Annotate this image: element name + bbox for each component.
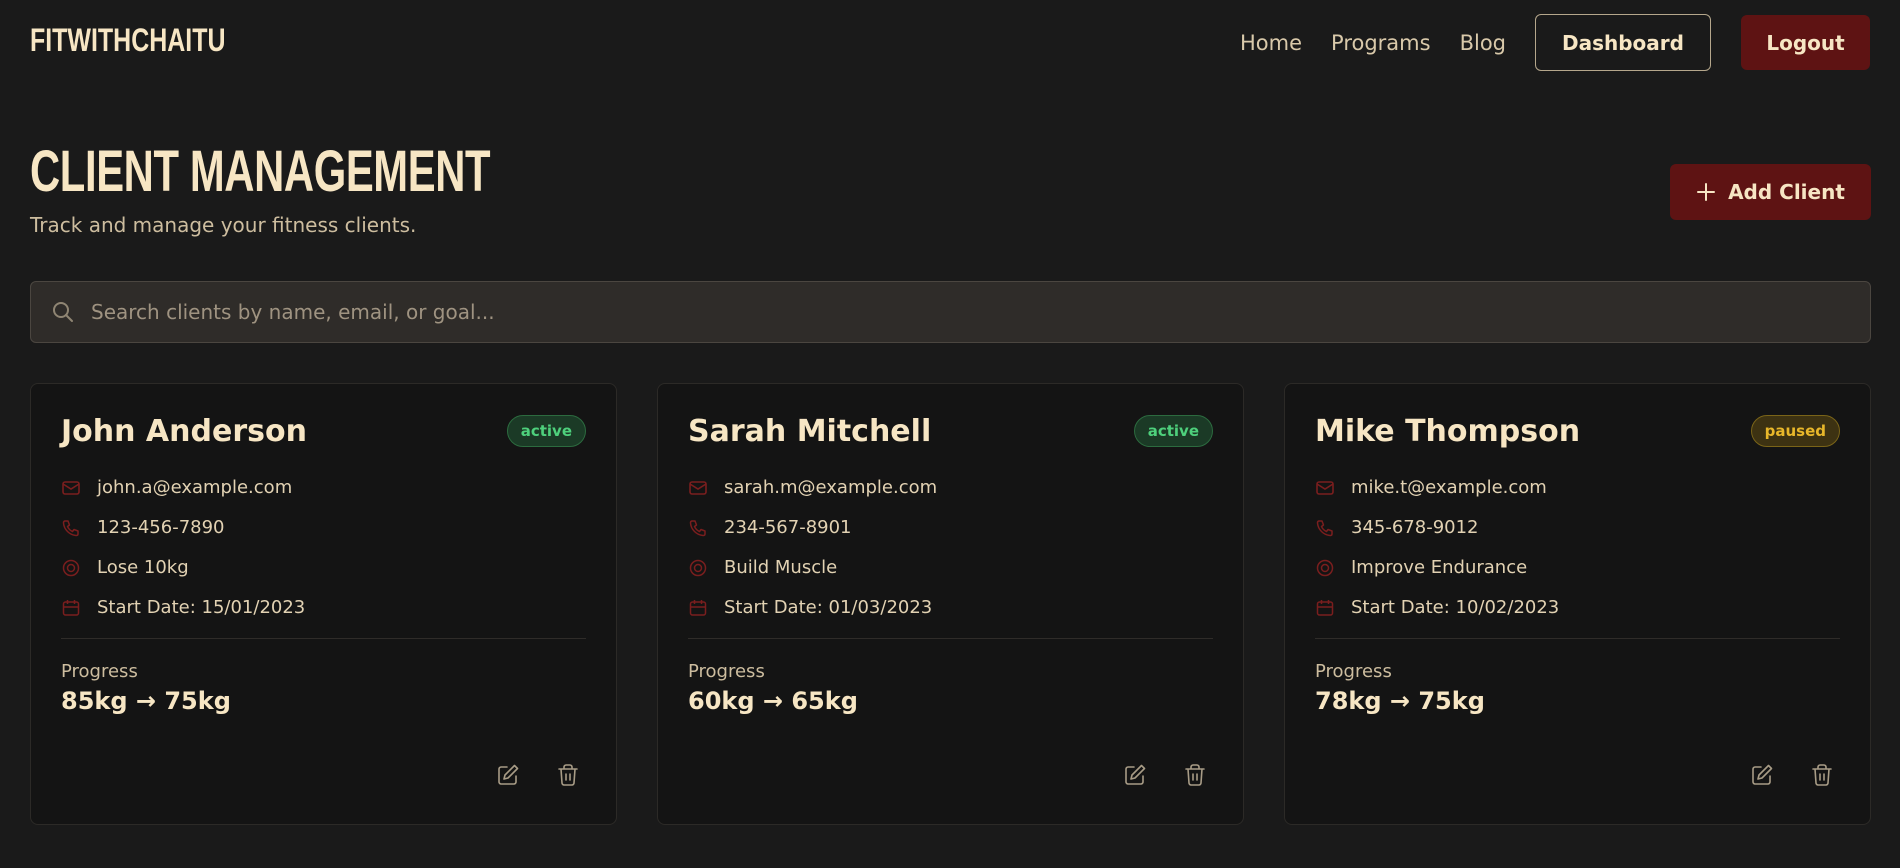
dashboard-button[interactable]: Dashboard [1535,14,1711,71]
target-icon [62,559,80,576]
client-phone: 123-456-7890 [97,517,225,538]
trash-icon [1185,764,1205,786]
phone-icon [1316,519,1333,536]
add-client-label: Add Client [1728,180,1845,204]
nav-link-home[interactable]: Home [1240,31,1302,55]
page-subtitle: Track and manage your fitness clients. [30,213,417,237]
client-card: John Anderson active john.a@example.com … [30,383,617,825]
client-name: Mike Thompson [1315,414,1581,449]
client-start-row: Start Date: 15/01/2023 [61,597,305,618]
client-goal-row: Improve Endurance [1315,557,1527,578]
card-actions [1720,757,1840,793]
client-phone: 345-678-9012 [1351,517,1479,538]
delete-button[interactable] [1177,757,1213,793]
plus-icon [1697,183,1716,201]
client-goal: Lose 10kg [97,557,189,578]
target-icon [1316,559,1334,576]
edit-button[interactable] [1744,757,1780,793]
client-email-row: sarah.m@example.com [688,477,937,498]
card-divider [61,638,586,639]
card-divider [1315,638,1840,639]
brand-logo[interactable]: FITWITHCHAITU [30,22,225,59]
mail-icon [689,480,707,495]
client-start-date: Start Date: 15/01/2023 [97,597,306,618]
client-email-row: mike.t@example.com [1315,477,1547,498]
progress-value: 78kg → 75kg [1315,687,1485,715]
client-name: John Anderson [61,414,307,449]
trash-icon [1812,764,1832,786]
progress-label: Progress [1315,661,1392,682]
client-card: Sarah Mitchell active sarah.m@example.co… [657,383,1244,825]
progress-value: 60kg → 65kg [688,687,858,715]
calendar-icon [1316,599,1334,616]
search-bar [30,281,1871,343]
client-phone-row: 234-567-8901 [688,517,852,538]
client-goal-row: Build Muscle [688,557,837,578]
status-badge: paused [1750,415,1840,447]
card-divider [688,638,1213,639]
client-card: Mike Thompson paused mike.t@example.com … [1284,383,1871,825]
client-start-date: Start Date: 10/02/2023 [1351,597,1560,618]
edit-button[interactable] [490,757,526,793]
client-name: Sarah Mitchell [688,414,932,449]
client-cards: John Anderson active john.a@example.com … [30,383,1871,825]
trash-icon [558,764,578,786]
client-phone-row: 123-456-7890 [61,517,225,538]
mail-icon [62,480,80,495]
progress-label: Progress [61,661,138,682]
edit-icon [1752,764,1773,785]
client-phone-row: 345-678-9012 [1315,517,1479,538]
page-title: CLIENT MANAGEMENT [30,139,491,204]
status-badge: active [1133,415,1213,447]
top-navbar: FITWITHCHAITU Home Programs Blog Dashboa… [0,0,1900,86]
status-badge: active [506,415,586,447]
search-input[interactable] [91,282,1870,342]
client-email: john.a@example.com [97,477,293,498]
nav-link-blog[interactable]: Blog [1460,31,1506,55]
client-email: sarah.m@example.com [724,477,938,498]
card-actions [466,757,586,793]
nav-links: Home Programs Blog Dashboard Logout [1240,14,1870,71]
client-email-row: john.a@example.com [61,477,292,498]
client-goal-row: Lose 10kg [61,557,189,578]
client-goal: Improve Endurance [1351,557,1528,578]
card-actions [1093,757,1213,793]
client-start-row: Start Date: 10/02/2023 [1315,597,1559,618]
nav-link-programs[interactable]: Programs [1331,31,1431,55]
progress-label: Progress [688,661,765,682]
client-email: mike.t@example.com [1351,477,1547,498]
phone-icon [62,519,79,536]
edit-button[interactable] [1117,757,1153,793]
client-start-date: Start Date: 01/03/2023 [724,597,933,618]
logout-button[interactable]: Logout [1741,15,1870,70]
target-icon [689,559,707,576]
client-start-row: Start Date: 01/03/2023 [688,597,932,618]
client-phone: 234-567-8901 [724,517,852,538]
edit-icon [498,764,519,785]
calendar-icon [689,599,707,616]
add-client-button[interactable]: Add Client [1670,164,1871,220]
progress-value: 85kg → 75kg [61,687,231,715]
search-icon [53,302,73,322]
mail-icon [1316,480,1334,495]
phone-icon [689,519,706,536]
client-goal: Build Muscle [724,557,838,578]
calendar-icon [62,599,80,616]
edit-icon [1125,764,1146,785]
delete-button[interactable] [550,757,586,793]
delete-button[interactable] [1804,757,1840,793]
